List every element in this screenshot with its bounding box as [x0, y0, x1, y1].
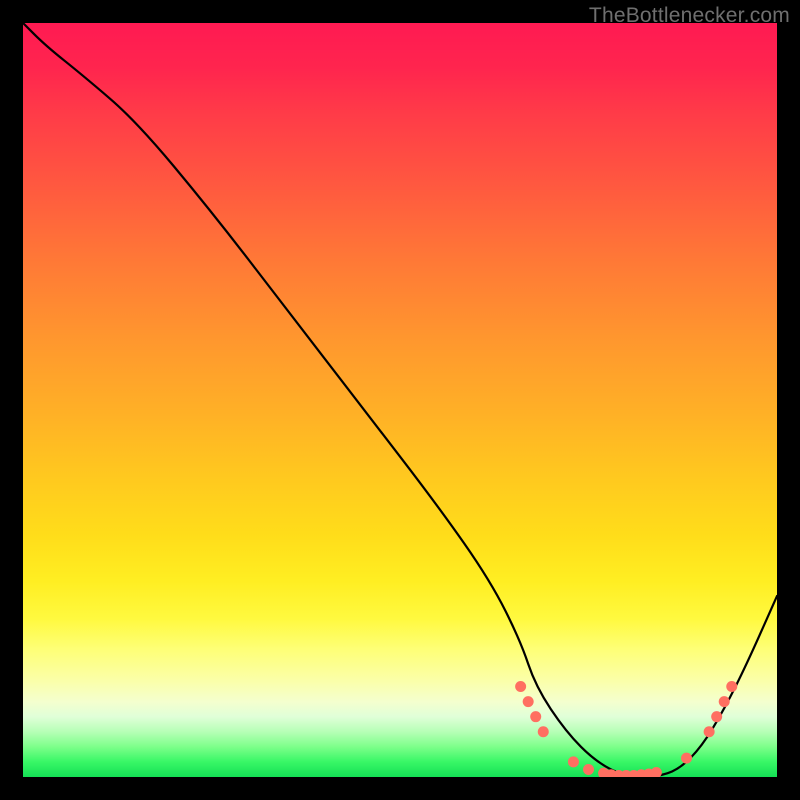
plot-area: [23, 23, 777, 777]
highlight-dot: [711, 711, 722, 722]
curve-layer: [23, 23, 777, 777]
highlight-dot: [583, 764, 594, 775]
highlight-dot: [523, 696, 534, 707]
chart-frame: TheBottlenecker.com: [0, 0, 800, 800]
highlight-dot: [568, 756, 579, 767]
highlight-dot: [651, 767, 662, 777]
highlight-dot: [515, 681, 526, 692]
highlight-dot: [538, 726, 549, 737]
highlight-dot: [704, 726, 715, 737]
highlight-dot: [719, 696, 730, 707]
watermark-text: TheBottlenecker.com: [589, 4, 790, 28]
bottleneck-curve: [23, 23, 777, 777]
highlight-dot: [530, 711, 541, 722]
highlight-dot: [726, 681, 737, 692]
highlight-dot: [681, 753, 692, 764]
highlight-dots: [515, 681, 737, 777]
